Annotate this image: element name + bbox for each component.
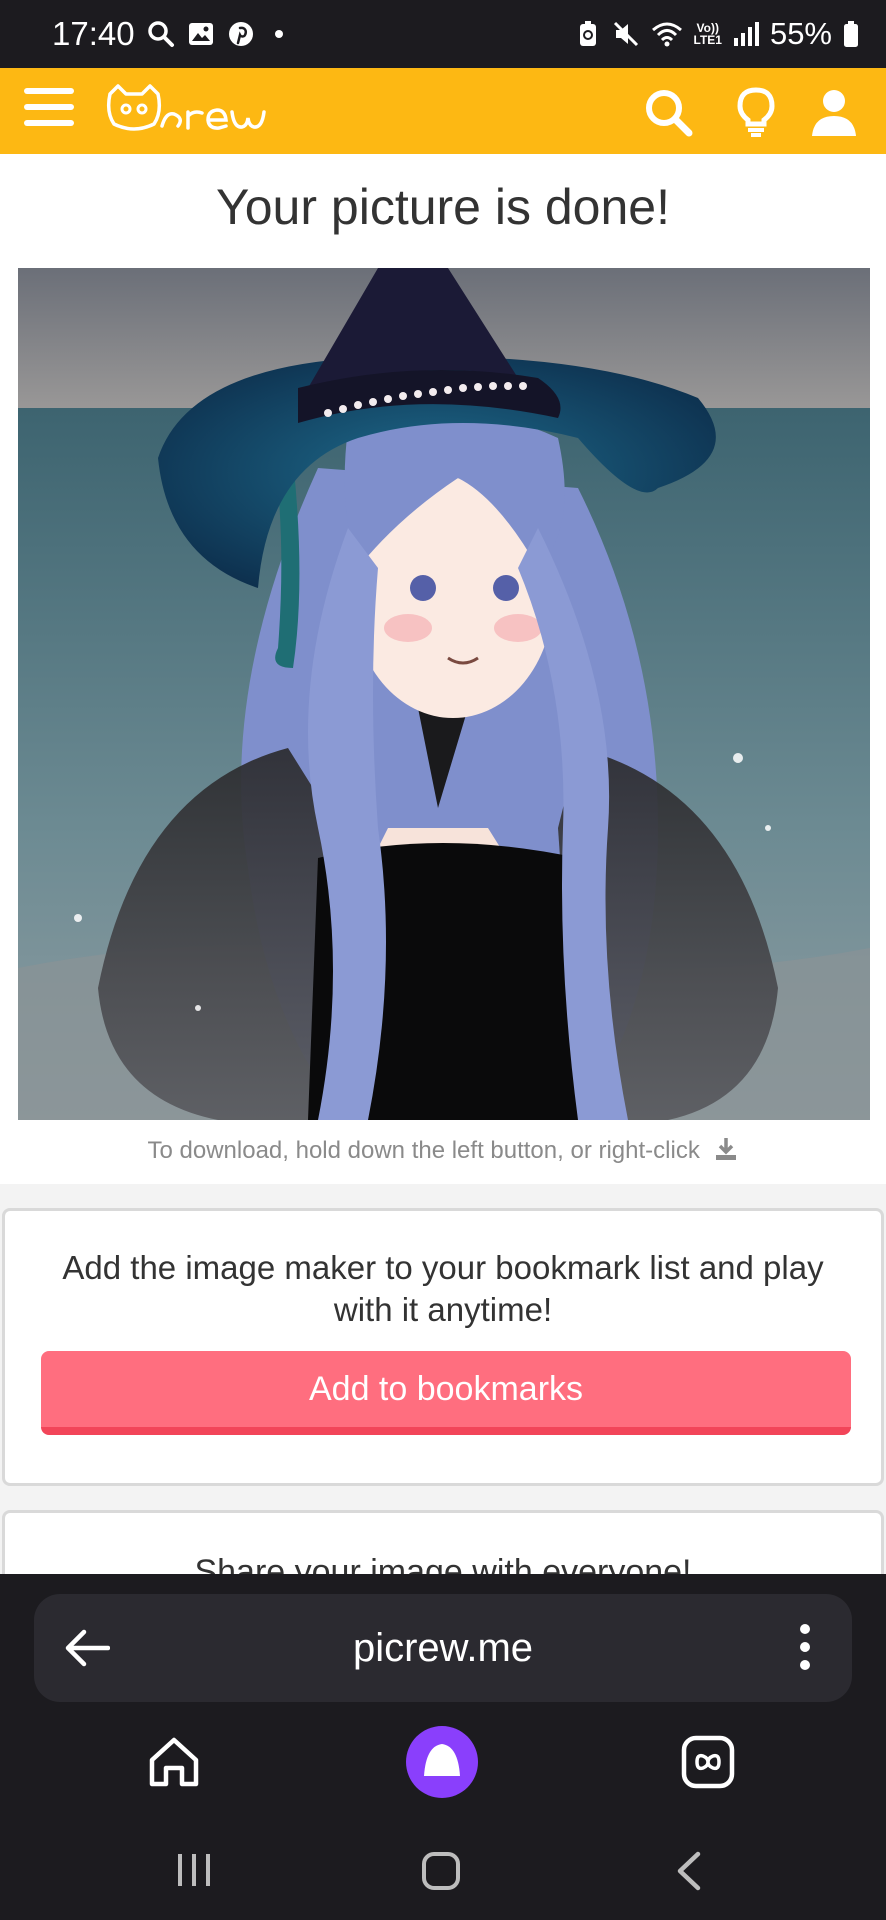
- back-chevron-icon[interactable]: [674, 1850, 704, 1892]
- search-notification-icon: [147, 21, 174, 47]
- tabs-icon[interactable]: [680, 1734, 736, 1790]
- pinterest-notification-icon: [228, 22, 253, 46]
- battery-saver-icon: [579, 21, 596, 46]
- download-hint-text: To download, hold down the left button, …: [147, 1137, 700, 1164]
- hamburger-menu-icon[interactable]: [24, 88, 74, 132]
- gallery-notification-icon: [188, 23, 213, 45]
- download-hint: To download, hold down the left button, …: [0, 1136, 886, 1165]
- browser-bottom-bar: picrew.me: [0, 1574, 886, 1920]
- wifi-icon: [651, 22, 682, 47]
- status-left: 17:40: [52, 15, 283, 53]
- more-vertical-icon[interactable]: [800, 1624, 812, 1672]
- bookmark-card: Add the image maker to your bookmark lis…: [2, 1208, 884, 1486]
- search-icon[interactable]: [642, 86, 694, 138]
- home-circle-icon[interactable]: [420, 1850, 462, 1892]
- url-text[interactable]: picrew.me: [34, 1594, 852, 1702]
- signal-icon: [733, 22, 759, 46]
- site-header: [0, 68, 886, 154]
- lightbulb-icon[interactable]: [730, 86, 782, 138]
- status-time: 17:40: [52, 15, 135, 52]
- home-icon[interactable]: [146, 1734, 202, 1790]
- url-bar[interactable]: picrew.me: [34, 1594, 852, 1702]
- download-icon: [715, 1138, 736, 1160]
- battery-icon: [844, 21, 858, 47]
- bookmark-card-text: Add the image maker to your bookmark lis…: [62, 1249, 824, 1328]
- status-bar: 17:40 Vo)) LTE1 55%: [0, 0, 886, 68]
- witch-character-illustration: [18, 268, 870, 1120]
- generated-picture[interactable]: [18, 268, 870, 1120]
- battery-percent: 55%: [769, 16, 832, 51]
- recents-icon[interactable]: [174, 1850, 214, 1890]
- mute-icon: [613, 21, 638, 47]
- network-type: Vo)) LTE1: [694, 22, 722, 46]
- assistant-icon[interactable]: [404, 1724, 480, 1800]
- more-notifications-dot: [274, 30, 283, 38]
- add-to-bookmarks-button[interactable]: Add to bookmarks: [41, 1351, 851, 1435]
- page-title: Your picture is done!: [215, 179, 670, 235]
- picrew-logo[interactable]: [104, 82, 280, 140]
- user-icon[interactable]: [808, 86, 860, 138]
- lte-label: LTE1: [693, 33, 722, 47]
- status-right: Vo)) LTE1 55%: [574, 16, 861, 52]
